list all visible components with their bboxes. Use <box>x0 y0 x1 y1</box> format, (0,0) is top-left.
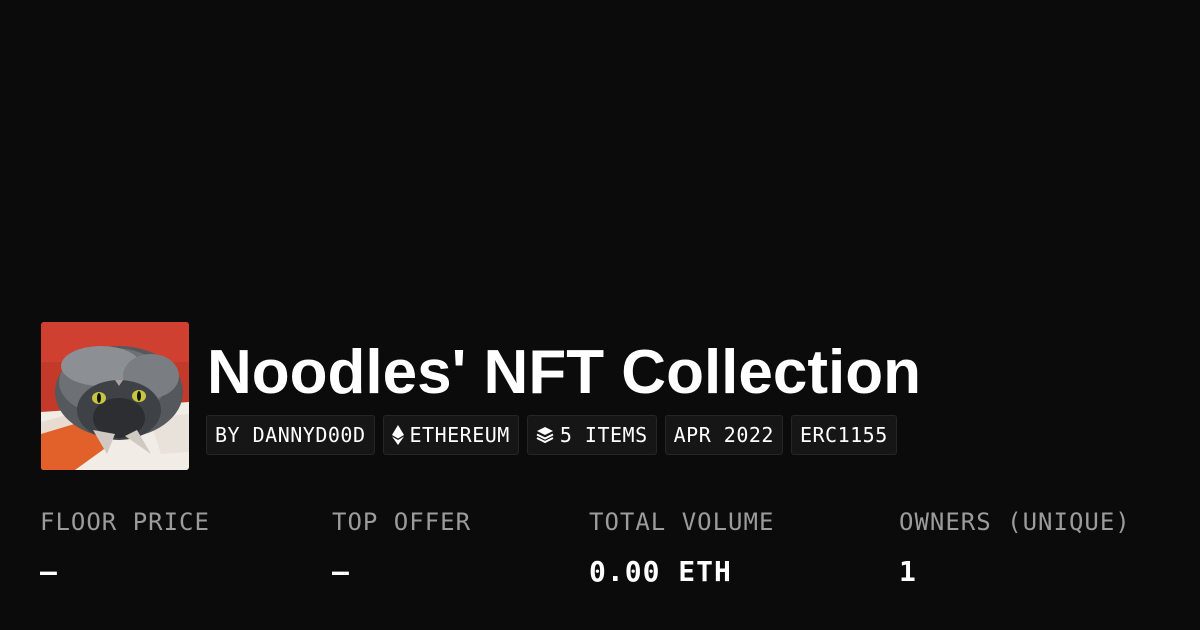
stat-label: TOTAL VOLUME <box>589 508 775 536</box>
tag-label: 5 ITEMS <box>559 423 648 447</box>
tag-label: ETHEREUM <box>409 423 510 447</box>
stat-value: – <box>332 555 350 588</box>
stat-value: 1 <box>899 555 917 588</box>
stat-total-volume: TOTAL VOLUME 0.00 ETH <box>589 505 774 589</box>
tag-date[interactable]: APR 2022 <box>664 415 783 455</box>
stat-floor-price: FLOOR PRICE – <box>40 505 210 589</box>
stat-top-offer: TOP OFFER – <box>332 505 471 589</box>
tag-label: ERC1155 <box>799 423 888 447</box>
stat-value: 0.00 ETH <box>589 555 732 588</box>
cat-photo-image <box>41 322 189 470</box>
layers-icon <box>536 426 554 444</box>
tag-label: BY DANNYD00D <box>215 423 366 447</box>
collection-share-card: Noodles' NFT Collection BY DANNYD00D ETH… <box>0 0 1200 630</box>
collection-tags: BY DANNYD00D ETHEREUM 5 ITEMS APR 2022 E… <box>206 415 897 455</box>
collection-title: Noodles' NFT Collection <box>207 338 921 407</box>
tag-creator[interactable]: BY DANNYD00D <box>206 415 375 455</box>
tag-standard[interactable]: ERC1155 <box>790 415 897 455</box>
stat-label: FLOOR PRICE <box>40 508 210 536</box>
stat-owners: OWNERS (UNIQUE) 1 <box>899 505 1131 589</box>
tag-label: APR 2022 <box>673 423 774 447</box>
tag-items[interactable]: 5 ITEMS <box>526 415 657 455</box>
stat-label: TOP OFFER <box>332 508 472 536</box>
collection-avatar <box>41 322 189 470</box>
tag-chain[interactable]: ETHEREUM <box>382 415 519 455</box>
stat-value: – <box>40 555 58 588</box>
stat-label: OWNERS (UNIQUE) <box>899 508 1131 536</box>
ethereum-icon <box>391 425 404 445</box>
